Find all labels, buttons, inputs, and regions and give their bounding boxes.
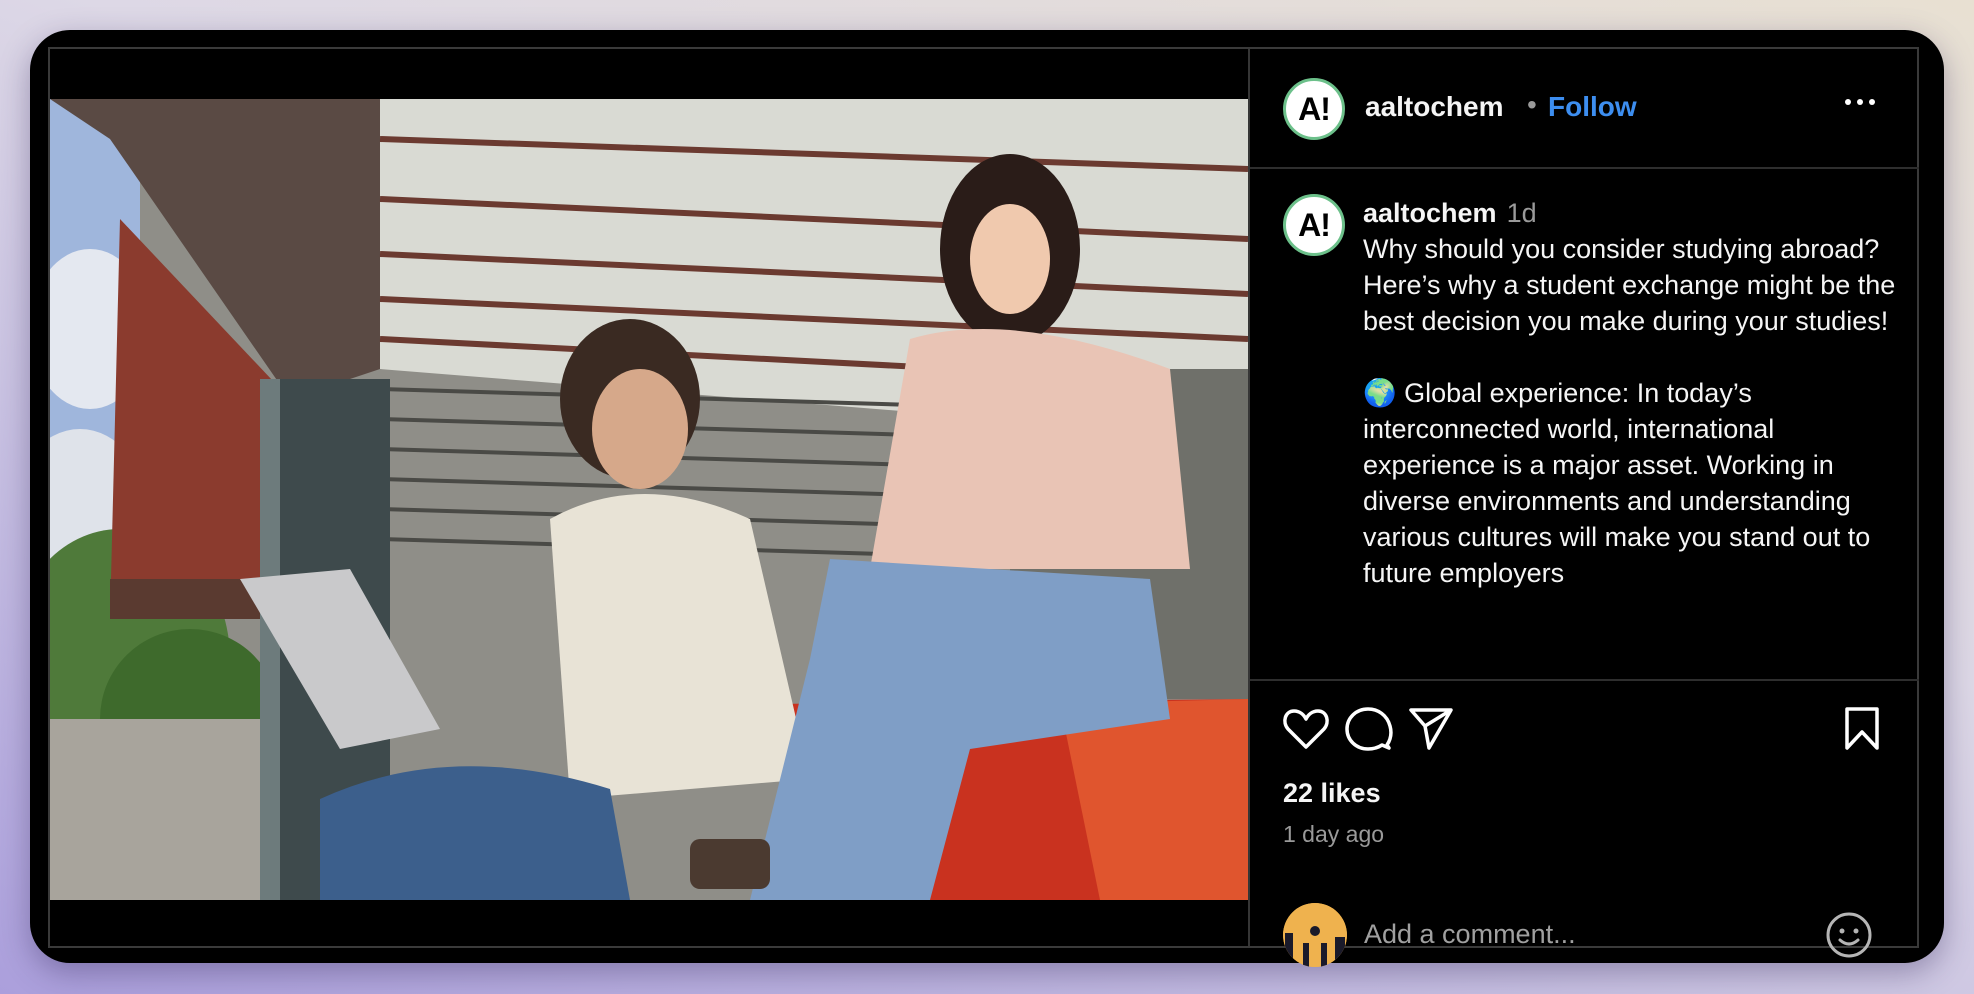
- comment-composer: [1250, 903, 1919, 973]
- caption: aaltochem 1d Why should you consider stud…: [1363, 195, 1903, 591]
- caption-text: Why should you consider studying abroad?…: [1363, 234, 1896, 588]
- caption-username[interactable]: aaltochem: [1363, 198, 1497, 228]
- media-area: [50, 49, 1248, 946]
- save-button[interactable]: [1842, 706, 1882, 752]
- post-header: A! aaltochem • Follow: [1250, 49, 1919, 169]
- post-container: A! aaltochem • Follow A! aaltochem 1d Why…: [48, 47, 1919, 967]
- post-side-panel: A! aaltochem • Follow A! aaltochem 1d Why…: [1248, 49, 1919, 967]
- photo-illustration: [50, 99, 1248, 900]
- heart-icon: [1283, 709, 1329, 749]
- caption-author-avatar[interactable]: A!: [1283, 194, 1345, 256]
- more-horizontal-icon: [1845, 99, 1851, 105]
- user-avatar: [1283, 903, 1347, 967]
- emoji-picker-button[interactable]: [1825, 911, 1873, 964]
- bookmark-icon: [1845, 707, 1879, 750]
- author-avatar[interactable]: A!: [1283, 78, 1345, 140]
- paper-plane-icon: [1409, 708, 1453, 750]
- more-options-button[interactable]: [1845, 99, 1875, 105]
- comment-button[interactable]: [1344, 705, 1394, 753]
- comment-input[interactable]: [1362, 911, 1786, 957]
- post-photo[interactable]: [50, 99, 1248, 900]
- comment-icon: [1345, 707, 1393, 751]
- action-section: 22 likes 1 day ago: [1250, 681, 1919, 967]
- author-username[interactable]: aaltochem: [1365, 91, 1504, 123]
- user-avatar-graphic: [1283, 903, 1347, 967]
- more-horizontal-icon: [1869, 99, 1875, 105]
- more-horizontal-icon: [1857, 99, 1863, 105]
- caption-timestamp[interactable]: 1d: [1507, 198, 1537, 228]
- likes-count[interactable]: 22 likes: [1283, 778, 1381, 809]
- smiley-icon: [1826, 912, 1872, 958]
- post-modal: A! aaltochem • Follow A! aaltochem 1d Why…: [30, 30, 1944, 967]
- follow-button[interactable]: Follow: [1548, 91, 1637, 123]
- caption-section: A! aaltochem 1d Why should you consider s…: [1250, 169, 1919, 681]
- share-button[interactable]: [1407, 706, 1455, 752]
- separator-dot: •: [1527, 89, 1537, 120]
- like-button[interactable]: [1282, 707, 1330, 751]
- post-timestamp[interactable]: 1 day ago: [1283, 821, 1384, 848]
